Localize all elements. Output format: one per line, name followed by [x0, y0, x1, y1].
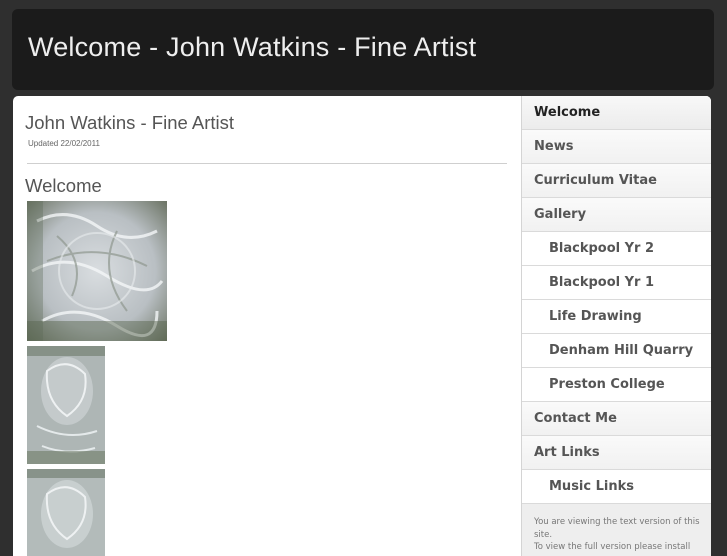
nav-item-contact-me[interactable]: Contact Me: [522, 402, 711, 436]
site-title: John Watkins - Fine Artist: [25, 112, 235, 133]
site-header: Welcome - John Watkins - Fine Artist: [12, 9, 714, 90]
nav-item-blackpool-yr-1[interactable]: Blackpool Yr 1: [522, 266, 711, 300]
content-panel: John Watkins - Fine Artist Updated 22/02…: [13, 96, 711, 556]
notice-line-2: To view the full version please install: [534, 542, 691, 552]
nav-item-preston-college[interactable]: Preston College: [522, 368, 711, 402]
nav-item-curriculum-vitae[interactable]: Curriculum Vitae: [522, 164, 711, 198]
nav-item-news[interactable]: News: [522, 130, 711, 164]
nav-item-art-links[interactable]: Art Links: [522, 436, 711, 470]
nav-item-music-links[interactable]: Music Links: [522, 470, 711, 504]
nav-item-denham-hill-quarry[interactable]: Denham Hill Quarry: [522, 334, 711, 368]
page-title: Welcome - John Watkins - Fine Artist: [28, 32, 477, 62]
divider: [27, 163, 507, 164]
page-heading: Welcome: [25, 175, 102, 196]
artwork-thumbnail-3[interactable]: [27, 469, 105, 556]
nav-item-welcome[interactable]: Welcome: [522, 96, 711, 130]
artwork-thumbnail-1[interactable]: [27, 201, 167, 341]
updated-date: Updated 22/02/2011: [28, 139, 100, 148]
main-content: John Watkins - Fine Artist Updated 22/02…: [13, 96, 521, 556]
nav-item-life-drawing[interactable]: Life Drawing: [522, 300, 711, 334]
notice-line-1: You are viewing the text version of this…: [534, 517, 700, 540]
artwork-thumbnail-2[interactable]: [27, 346, 105, 464]
nav-item-gallery[interactable]: Gallery: [522, 198, 711, 232]
text-version-notice: You are viewing the text version of this…: [522, 504, 711, 556]
nav-item-blackpool-yr-2[interactable]: Blackpool Yr 2: [522, 232, 711, 266]
sidebar-nav: Welcome News Curriculum Vitae Gallery Bl…: [521, 96, 711, 556]
